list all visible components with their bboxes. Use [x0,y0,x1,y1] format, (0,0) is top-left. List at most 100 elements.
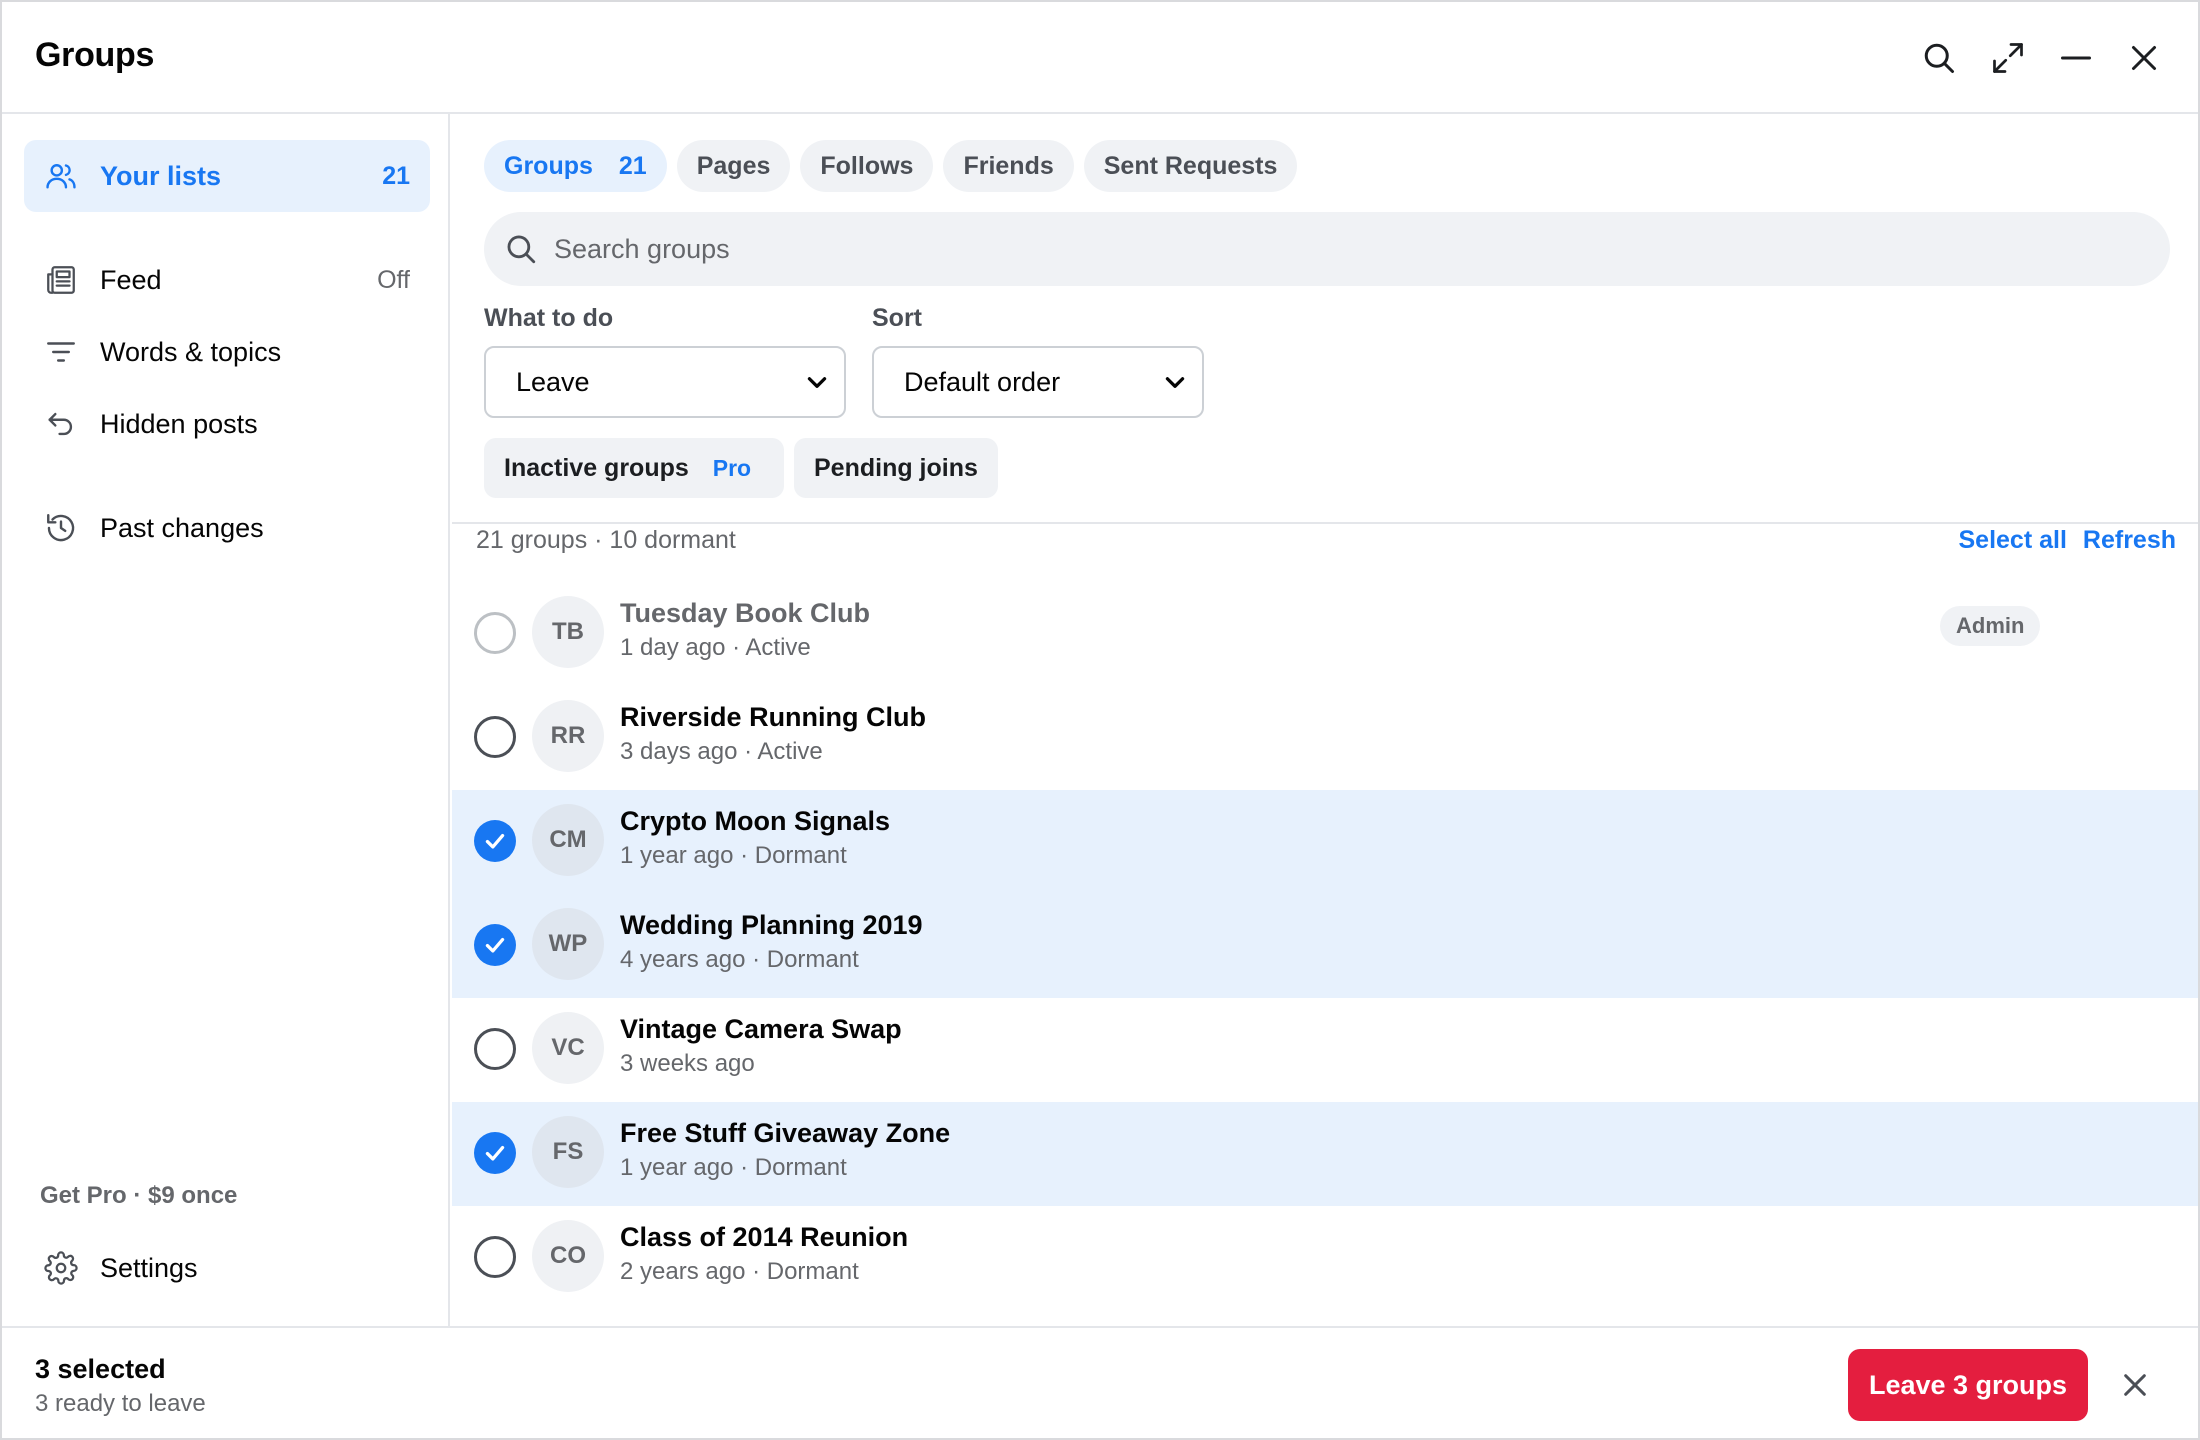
tab-pages[interactable]: Pages [676,140,791,192]
row-checkbox[interactable] [474,1236,516,1278]
group-name: Class of 2014 Reunion [620,1222,909,1252]
minimize-icon [2061,56,2091,60]
group-name: Free Stuff Giveaway Zone [620,1118,951,1148]
sidebar-item-label: Settings [100,1252,198,1283]
list-summary: 21 groups · 10 dormant [476,526,736,554]
group-activity: 2 years ago · Dormant [620,1258,859,1285]
sidebar-item-label: Feed [100,264,162,295]
search-input[interactable] [554,233,2114,265]
sidebar-item-hidden-posts[interactable]: Hidden posts [24,388,430,460]
sidebar-item-words-topics[interactable]: Words & topics [24,316,430,388]
sidebar-item-past-changes[interactable]: Past changes [24,492,430,564]
inactive-groups-chip[interactable]: Inactive groups Pro [484,438,784,498]
feed-status: Off [377,265,410,294]
group-avatar: CO [532,1220,604,1292]
tab-sent-requests[interactable]: Sent Requests [1083,140,1298,192]
select-all-link[interactable]: Select all [1959,526,2067,555]
group-activity: 1 year ago · Dormant [620,842,847,869]
sort-select[interactable]: Default order [872,346,1204,418]
group-row[interactable]: RR Riverside Running Club 3 days ago · Act… [452,686,2198,790]
group-avatar: FS [532,1116,604,1188]
expand-button[interactable] [1983,33,2033,83]
refresh-link[interactable]: Refresh [2083,526,2176,555]
row-checkbox[interactable] [474,924,516,966]
minimize-button[interactable] [2051,33,2101,83]
chip-label: Inactive groups [504,453,689,482]
pending-joins-chip[interactable]: Pending joins [794,438,998,498]
role-badge: Admin [1940,606,2041,646]
pro-badge: Pro [712,454,752,481]
group-avatar: WP [532,908,604,980]
search-icon [1924,43,1954,73]
group-row[interactable]: CO Class of 2014 Reunion 2 years ago · Dor… [452,1206,2198,1310]
tab-label: Groups [504,151,593,180]
clear-selection-button[interactable] [2112,1362,2158,1408]
tab-friends[interactable]: Friends [943,140,1074,192]
sidebar-item-feed[interactable]: Feed Off [24,244,430,316]
sidebar-item-count: 21 [382,161,410,190]
chevron-down-icon [1165,377,1185,388]
group-name: Riverside Running Club [620,702,927,732]
group-row[interactable]: WP Wedding Planning 2019 4 years ago · Dor… [452,894,2198,998]
group-row[interactable]: VC Vintage Camera Swap 3 weeks ago [452,998,2198,1102]
sidebar-item-settings[interactable]: Settings [24,1232,430,1304]
check-icon [485,1145,505,1161]
action-footer: 3 selected 3 ready to leave Leave 3 grou… [2,1326,2198,1438]
check-icon [485,833,505,849]
groups-window: Groups Your lists 21 Feed Off Words & to… [0,0,2200,1440]
group-activity: 3 days ago · Active [620,738,823,765]
group-avatar: RR [532,700,604,772]
gear-icon [42,1249,80,1287]
sort-value: Default order [904,366,1061,397]
sidebar-item-label: Your lists [100,160,222,191]
undo-icon [42,405,80,443]
what-to-do-label: What to do [484,304,614,332]
ready-status: 3 ready to leave [35,1390,206,1417]
sidebar-item-label: Hidden posts [100,408,258,439]
search-bar [484,212,2170,286]
tab-follows[interactable]: Follows [800,140,934,192]
close-icon [2132,46,2156,70]
group-avatar: CM [532,804,604,876]
sidebar-item-your-lists[interactable]: Your lists 21 [24,140,430,212]
group-name: Crypto Moon Signals [620,806,890,836]
expand-icon [1993,43,2023,73]
group-activity: 3 weeks ago [620,1050,755,1077]
tab-count: 21 [618,151,647,180]
group-row[interactable]: FS Free Stuff Giveaway Zone 1 year ago · D… [452,1102,2198,1206]
list-divider [452,522,2198,524]
group-name: Tuesday Book Club [620,598,871,628]
row-checkbox[interactable] [474,716,516,758]
group-row[interactable]: CM Crypto Moon Signals 1 year ago · Dorman… [452,790,2198,894]
close-icon [2124,1374,2146,1396]
row-checkbox[interactable] [474,820,516,862]
selected-count: 3 selected [35,1354,166,1384]
group-avatar: VC [532,1012,604,1084]
search-button[interactable] [1914,33,1964,83]
group-name: Vintage Camera Swap [620,1014,902,1044]
group-row[interactable]: TB Tuesday Book Club 1 day ago · Active Adm… [452,582,2198,686]
filter-icon [42,333,80,371]
newspaper-icon [42,261,80,299]
close-button[interactable] [2119,33,2169,83]
category-tabs: Groups 21 Pages Follows Friends Sent Req… [484,140,1298,192]
tab-groups[interactable]: Groups 21 [484,140,667,192]
sidebar: Your lists 21 Feed Off Words & topics Hi… [2,114,450,1326]
users-icon [42,157,80,195]
row-checkbox[interactable] [474,1028,516,1070]
group-avatar: TB [532,596,604,668]
list-actions: Select all Refresh [1959,526,2177,555]
chevron-down-icon [807,377,827,388]
group-list: TB Tuesday Book Club 1 day ago · Active Adm… [452,582,2198,1326]
get-pro-link[interactable]: Get Pro · $9 once [40,1182,237,1210]
what-to-do-value: Leave [516,366,590,397]
title-bar: Groups [2,2,2198,114]
sidebar-item-label: Past changes [100,512,264,543]
row-checkbox[interactable] [474,612,516,654]
group-activity: 1 day ago · Active [620,634,811,661]
row-checkbox[interactable] [474,1132,516,1174]
window-title: Groups [35,36,155,74]
what-to-do-select[interactable]: Leave [484,346,846,418]
group-activity: 4 years ago · Dormant [620,946,859,973]
leave-groups-button[interactable]: Leave 3 groups [1848,1349,2088,1421]
